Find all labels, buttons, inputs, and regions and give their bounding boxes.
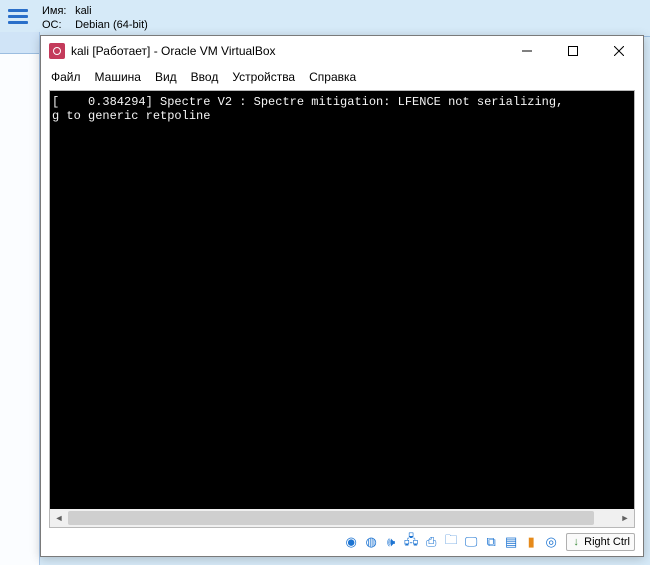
os-value: Debian (64-bit) — [75, 19, 148, 31]
hamburger-icon[interactable] — [6, 4, 30, 28]
os-label: ОС: — [42, 18, 72, 32]
vm-info: Имя: kali ОС: Debian (64-bit) — [42, 4, 148, 32]
menubar: Файл Машина Вид Ввод Устройства Справка — [41, 66, 643, 90]
scroll-right-arrow[interactable]: ► — [616, 509, 634, 527]
console-line: g to generic retpoline — [52, 109, 210, 123]
mouse-integration-icon[interactable]: ▮ — [522, 533, 540, 551]
vm-display: [ 0.384294] Spectre V2 : Spectre mitigat… — [49, 90, 635, 528]
recording-icon[interactable]: ⧉ — [482, 533, 500, 551]
cpu-icon[interactable]: ▤ — [502, 533, 520, 551]
display-icon[interactable]: 🖵 — [462, 533, 480, 551]
console-line: [ 0.384294] Spectre V2 : Spectre mitigat… — [52, 95, 570, 109]
audio-icon[interactable]: 🕪 — [382, 533, 400, 551]
menu-devices[interactable]: Устройства — [232, 70, 295, 84]
close-button[interactable] — [599, 36, 639, 66]
hard-disk-icon[interactable]: ◉ — [342, 533, 360, 551]
maximize-button[interactable] — [553, 36, 593, 66]
horizontal-scrollbar[interactable]: ◄ ► — [50, 509, 634, 527]
menu-machine[interactable]: Машина — [95, 70, 141, 84]
scroll-track[interactable] — [68, 509, 616, 527]
vm-manager-header: Имя: kali ОС: Debian (64-bit) — [0, 0, 650, 37]
host-key-indicator[interactable]: ↓ Right Ctrl — [566, 533, 635, 551]
keyboard-captured-icon[interactable]: ◎ — [542, 533, 560, 551]
name-label: Имя: — [42, 4, 72, 18]
console-output[interactable]: [ 0.384294] Spectre V2 : Spectre mitigat… — [50, 91, 634, 509]
scroll-left-arrow[interactable]: ◄ — [50, 509, 68, 527]
menu-file[interactable]: Файл — [51, 70, 81, 84]
arrow-down-icon: ↓ — [571, 537, 581, 547]
minimize-button[interactable] — [507, 36, 547, 66]
menu-help[interactable]: Справка — [309, 70, 356, 84]
vm-list-panel[interactable] — [0, 32, 40, 565]
menu-view[interactable]: Вид — [155, 70, 177, 84]
vm-list-item[interactable] — [0, 32, 39, 54]
host-key-label: Right Ctrl — [584, 536, 630, 548]
network-icon[interactable]: 🖧 — [402, 533, 420, 551]
menu-input[interactable]: Ввод — [191, 70, 219, 84]
app-icon — [49, 43, 65, 59]
window-title: kali [Работает] - Oracle VM VirtualBox — [71, 44, 276, 58]
optical-disk-icon[interactable]: ◍ — [362, 533, 380, 551]
shared-folder-icon[interactable]: 🗀 — [442, 533, 460, 551]
titlebar[interactable]: kali [Работает] - Oracle VM VirtualBox — [41, 36, 643, 66]
usb-icon[interactable]: ⎙ — [422, 533, 440, 551]
name-value: kali — [75, 5, 92, 17]
statusbar: ◉ ◍ 🕪 🖧 ⎙ 🗀 🖵 ⧉ ▤ ▮ ◎ ↓ Right Ctrl — [41, 528, 643, 556]
scroll-thumb[interactable] — [68, 511, 594, 525]
vm-window: kali [Работает] - Oracle VM VirtualBox Ф… — [40, 35, 644, 557]
